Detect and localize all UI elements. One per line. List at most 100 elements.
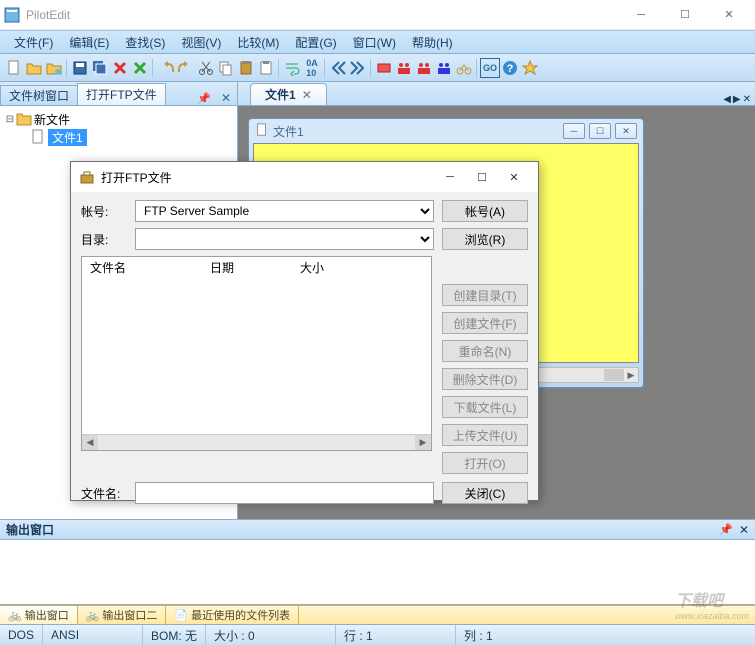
paste-icon[interactable] bbox=[236, 58, 256, 78]
app-title: PilotEdit bbox=[26, 8, 619, 22]
dialog-title: 打开FTP文件 bbox=[101, 169, 434, 186]
bike-small-icon: 🚲 bbox=[8, 609, 22, 622]
rename-button[interactable]: 重命名(N) bbox=[442, 340, 528, 362]
close-green-icon[interactable] bbox=[130, 58, 150, 78]
menu-window[interactable]: 窗口(W) bbox=[345, 32, 404, 53]
bike-icon[interactable] bbox=[454, 58, 474, 78]
list-hscroll[interactable]: ◀ ▶ bbox=[82, 434, 431, 450]
menu-edit[interactable]: 编辑(E) bbox=[61, 32, 117, 53]
tab-close-icon[interactable]: ✕ bbox=[302, 88, 312, 102]
tab-next-icon[interactable]: ▶ bbox=[733, 94, 741, 105]
save-all-icon[interactable] bbox=[90, 58, 110, 78]
delete-button[interactable]: 删除文件(D) bbox=[442, 368, 528, 390]
tab-menu-icon[interactable]: ✕ bbox=[743, 94, 751, 105]
ftp-icon bbox=[79, 169, 95, 185]
menu-compare[interactable]: 比较(M) bbox=[229, 32, 287, 53]
sidebar-tab-tree[interactable]: 文件树窗口 bbox=[0, 85, 78, 105]
statusbar: DOS ANSI BOM: 无 大小 : 0 行 : 1 列 : 1 bbox=[0, 624, 755, 645]
mkdir-button[interactable]: 创建目录(T) bbox=[442, 284, 528, 306]
tool-red-icon[interactable] bbox=[374, 58, 394, 78]
filename-input[interactable] bbox=[135, 482, 434, 504]
dialog-close-button[interactable]: ✕ bbox=[498, 171, 530, 184]
output-close-icon[interactable]: ✕ bbox=[739, 523, 749, 537]
browse-button[interactable]: 浏览(R) bbox=[442, 228, 528, 250]
cut-icon[interactable] bbox=[196, 58, 216, 78]
output-header: 输出窗口 📌 ✕ bbox=[0, 519, 755, 540]
list-small-icon: 📄 bbox=[174, 609, 188, 622]
sidebar-tab-ftp[interactable]: 打开FTP文件 bbox=[77, 83, 166, 105]
close-dialog-button[interactable]: 关闭(C) bbox=[442, 482, 528, 504]
sidebar-close-icon[interactable]: ✕ bbox=[215, 91, 237, 105]
clipboard-icon[interactable] bbox=[256, 58, 276, 78]
list-scroll-left-icon[interactable]: ◀ bbox=[82, 435, 98, 450]
mdi-maximize-button[interactable]: ☐ bbox=[589, 123, 611, 139]
people3-icon[interactable] bbox=[434, 58, 454, 78]
mdi-title-text: 文件1 bbox=[273, 123, 559, 140]
status-ansi: ANSI bbox=[43, 625, 143, 645]
dialog-minimize-button[interactable]: ─ bbox=[434, 171, 466, 183]
hex-icon[interactable]: 0A10 bbox=[302, 58, 322, 78]
document-tab[interactable]: 文件1 ✕ bbox=[250, 83, 327, 105]
maximize-button[interactable]: ☐ bbox=[663, 0, 707, 29]
menu-search[interactable]: 查找(S) bbox=[117, 32, 173, 53]
undo-icon[interactable] bbox=[156, 58, 176, 78]
star-icon[interactable] bbox=[520, 58, 540, 78]
list-scroll-right-icon[interactable]: ▶ bbox=[415, 435, 431, 450]
wrap-icon[interactable] bbox=[282, 58, 302, 78]
goto-icon[interactable]: GO bbox=[480, 58, 500, 78]
dialog-titlebar[interactable]: 打开FTP文件 ─ ☐ ✕ bbox=[71, 162, 538, 192]
status-col: 列 : 1 bbox=[456, 625, 755, 645]
output-body[interactable] bbox=[0, 540, 755, 605]
col-filename[interactable]: 文件名 bbox=[82, 257, 202, 277]
output-tab-2[interactable]: 🚲输出窗口二 bbox=[78, 606, 167, 624]
download-button[interactable]: 下载文件(L) bbox=[442, 396, 528, 418]
open-folder-icon[interactable] bbox=[24, 58, 44, 78]
col-date[interactable]: 日期 bbox=[202, 257, 292, 277]
tab-prev-icon[interactable]: ◀ bbox=[723, 94, 731, 105]
svg-text:?: ? bbox=[507, 63, 514, 75]
copy-icon[interactable] bbox=[216, 58, 236, 78]
close-red-icon[interactable] bbox=[110, 58, 130, 78]
prev-blue-icon[interactable] bbox=[328, 58, 348, 78]
status-dos: DOS bbox=[0, 625, 43, 645]
minimize-button[interactable]: ─ bbox=[619, 0, 663, 29]
list-header: 文件名 日期 大小 bbox=[82, 257, 431, 277]
menu-config[interactable]: 配置(G) bbox=[287, 32, 344, 53]
close-button[interactable]: ✕ bbox=[707, 0, 751, 29]
mdi-close-button[interactable]: ✕ bbox=[615, 123, 637, 139]
mdi-minimize-button[interactable]: ─ bbox=[563, 123, 585, 139]
save-icon[interactable] bbox=[70, 58, 90, 78]
open-button[interactable]: 打开(O) bbox=[442, 452, 528, 474]
document-tabs: 文件1 ✕ ◀ ▶ ✕ bbox=[238, 82, 755, 106]
app-icon bbox=[4, 7, 20, 23]
output-tab-1[interactable]: 🚲输出窗口 bbox=[0, 606, 78, 624]
help-icon[interactable]: ? bbox=[500, 58, 520, 78]
menu-file[interactable]: 文件(F) bbox=[6, 32, 61, 53]
dialog-maximize-button[interactable]: ☐ bbox=[466, 171, 498, 184]
mkfile-button[interactable]: 创建文件(F) bbox=[442, 312, 528, 334]
new-file-icon[interactable] bbox=[4, 58, 24, 78]
dir-select[interactable] bbox=[135, 228, 434, 250]
open-folder2-icon[interactable] bbox=[44, 58, 64, 78]
tree-child[interactable]: 文件1 bbox=[0, 128, 237, 146]
output-pin-icon[interactable]: 📌 bbox=[719, 523, 733, 536]
tree-root[interactable]: ⊟ 新文件 bbox=[0, 110, 237, 128]
scroll-thumb[interactable] bbox=[604, 369, 624, 381]
account-select[interactable]: FTP Server Sample bbox=[135, 200, 434, 222]
redo-icon[interactable] bbox=[176, 58, 196, 78]
output-tab-3[interactable]: 📄最近使用的文件列表 bbox=[166, 606, 299, 624]
mdi-titlebar[interactable]: 文件1 ─ ☐ ✕ bbox=[249, 119, 643, 143]
account-button[interactable]: 帐号(A) bbox=[442, 200, 528, 222]
tree-root-label: 新文件 bbox=[34, 111, 70, 128]
scroll-right-icon[interactable]: ▶ bbox=[624, 368, 638, 382]
next-blue-icon[interactable] bbox=[348, 58, 368, 78]
menu-view[interactable]: 视图(V) bbox=[173, 32, 229, 53]
upload-button[interactable]: 上传文件(U) bbox=[442, 424, 528, 446]
people1-icon[interactable] bbox=[394, 58, 414, 78]
file-listbox[interactable]: 文件名 日期 大小 ◀ ▶ bbox=[81, 256, 432, 451]
menu-help[interactable]: 帮助(H) bbox=[404, 32, 461, 53]
people2-icon[interactable] bbox=[414, 58, 434, 78]
expander-icon[interactable]: ⊟ bbox=[4, 114, 16, 125]
col-size[interactable]: 大小 bbox=[292, 257, 332, 277]
pin-icon[interactable]: 📌 bbox=[193, 92, 215, 105]
